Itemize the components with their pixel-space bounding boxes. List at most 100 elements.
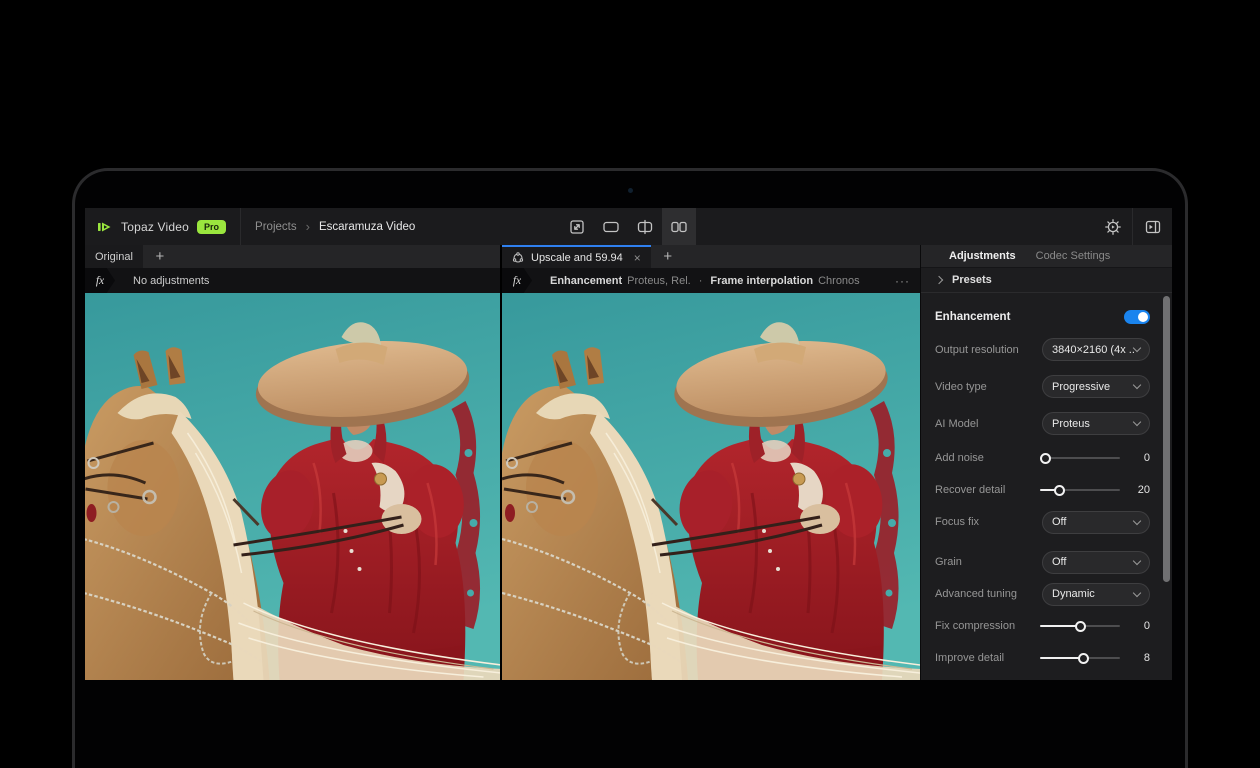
slider-improve-detail[interactable] [1040,651,1120,665]
webcam-dot [628,188,633,193]
original-video-preview[interactable] [85,293,500,680]
more-options-icon[interactable]: ··· [895,274,910,288]
chevron-down-icon [1133,344,1141,352]
slider-knob[interactable] [1075,621,1086,632]
tab-adjustments[interactable]: Adjustments [949,250,1016,262]
breadcrumb-projects[interactable]: Projects [255,221,297,233]
slider-recover-detail[interactable] [1040,483,1120,497]
scrollbar-thumb[interactable] [1163,296,1170,582]
dropdown-focus-fix[interactable]: Off [1042,511,1150,534]
laptop-frame: Topaz Video Pro Projects › Escaramuza Vi… [72,168,1188,768]
control-label-improve-detail: Improve detail [935,652,1040,664]
filter-enhancement-name: Enhancement [550,275,622,287]
enhancement-toggle[interactable] [1124,310,1150,324]
control-label-advanced-tuning: Advanced tuning [935,588,1042,600]
slider-knob[interactable] [1054,485,1065,496]
dropdown-value-focus-fix: Off [1052,516,1134,528]
tab-upscale[interactable]: Upscale and 59.94 × [502,245,651,268]
control-label-grain: Grain [935,556,1042,568]
filter-interpolation-name: Frame interpolation [710,275,813,287]
control-label-ai-model: AI Model [935,418,1042,430]
split-view-button[interactable] [628,208,662,245]
chevron-right-icon: › [306,220,310,233]
control-row-recover-detail: Recover detail20 [935,474,1150,506]
dropdown-value-video-type: Progressive [1052,381,1134,393]
filter-separator: · [699,275,703,287]
dropdown-video-type[interactable]: Progressive [1042,375,1150,398]
side-by-side-view-button[interactable] [662,208,696,245]
control-row-video-type: Video type Progressive [935,368,1150,405]
dropdown-grain[interactable]: Off [1042,551,1150,574]
value-improve-detail: 8 [1120,652,1150,664]
settings-button[interactable] [1093,208,1132,245]
tab-original-label: Original [95,251,133,263]
add-view-button[interactable]: + [651,245,685,268]
original-video-frame [85,293,500,680]
control-label-fix-compression: Fix compression [935,620,1040,632]
dropdown-value-output-resolution: 3840×2160 (4x ... [1052,344,1134,356]
chevron-right-icon [935,276,943,284]
control-row-fix-compression: Fix compression0 [935,610,1150,642]
breadcrumb-project-name: Escaramuza Video [319,221,415,233]
panel-tabs: Adjustments Codec Settings [921,245,1172,268]
panel-toggle-button[interactable] [1133,208,1172,245]
slider-fill [1040,625,1080,627]
view-mode-group [560,208,696,245]
tab-codec-settings[interactable]: Codec Settings [1036,250,1111,262]
slider-add-noise[interactable] [1040,451,1120,465]
enhancement-title: Enhancement [935,311,1010,323]
slider-knob[interactable] [1078,653,1089,664]
value-recover-detail: 20 [1120,484,1150,496]
chevron-down-icon [1133,418,1141,426]
app-logo: Topaz Video Pro [85,208,240,245]
tab-upscale-label: Upscale and 59.94 [531,252,623,264]
topaz-logo-icon [97,219,113,235]
dropdown-advanced-tuning[interactable]: Dynamic [1042,583,1150,606]
breadcrumb: Projects › Escaramuza Video [241,220,415,233]
split-view-icon [636,218,654,236]
panel-body: Enhancement Output resolution 3840×2160 (… [921,293,1172,674]
upscale-pane: Upscale and 59.94 × + fx Enhancement Pro… [502,245,920,680]
single-view-button[interactable] [594,208,628,245]
chevron-down-icon [1133,556,1141,564]
upscale-tabbar: Upscale and 59.94 × + [502,245,920,268]
upscale-video-preview[interactable] [502,293,920,680]
slider-track [1040,457,1120,459]
single-view-icon [602,218,620,236]
chevron-down-icon [1133,381,1141,389]
control-row-add-noise: Add noise 0 [935,442,1150,474]
slider-fill [1040,657,1083,659]
control-label-focus-fix: Focus fix [935,516,1042,528]
side-by-side-view-icon [670,218,688,236]
close-tab-icon[interactable]: × [634,251,641,265]
enhancement-tab-icon [512,252,524,264]
dropdown-value-ai-model: Proteus [1052,418,1134,430]
dropdown-output-resolution[interactable]: 3840×2160 (4x ... [1042,338,1150,361]
app-name: Topaz Video [121,220,189,234]
topbar: Topaz Video Pro Projects › Escaramuza Vi… [85,208,1172,245]
presets-row[interactable]: Presets [921,268,1172,293]
toggle-knob [1138,312,1148,322]
control-label-add-noise: Add noise [935,452,1040,464]
fit-view-button[interactable] [560,208,594,245]
topbar-right-group [1093,208,1172,245]
control-row-improve-detail: Improve detail 8 [935,642,1150,674]
tab-original[interactable]: Original [85,245,143,268]
control-row-grain: Grain Off [935,546,1150,578]
slider-fix-compression[interactable] [1040,619,1120,633]
control-row-output-resolution: Output resolution 3840×2160 (4x ... [935,331,1150,368]
control-row-advanced-tuning: Advanced tuning Dynamic [935,578,1150,610]
upscale-video-frame [502,293,920,680]
chevron-down-icon [1133,588,1141,596]
dropdown-ai-model[interactable]: Proteus [1042,412,1150,435]
dropdown-value-grain: Off [1052,556,1134,568]
add-view-button[interactable]: + [143,245,177,268]
fx-badge: fx [85,268,115,293]
control-label-video-type: Video type [935,381,1042,393]
control-label-output-resolution: Output resolution [935,344,1042,356]
fx-icon: fx [513,275,521,287]
value-add-noise: 0 [1120,452,1150,464]
dropdown-value-advanced-tuning: Dynamic [1052,588,1134,600]
app-window: Topaz Video Pro Projects › Escaramuza Vi… [85,208,1172,680]
slider-knob[interactable] [1040,453,1051,464]
